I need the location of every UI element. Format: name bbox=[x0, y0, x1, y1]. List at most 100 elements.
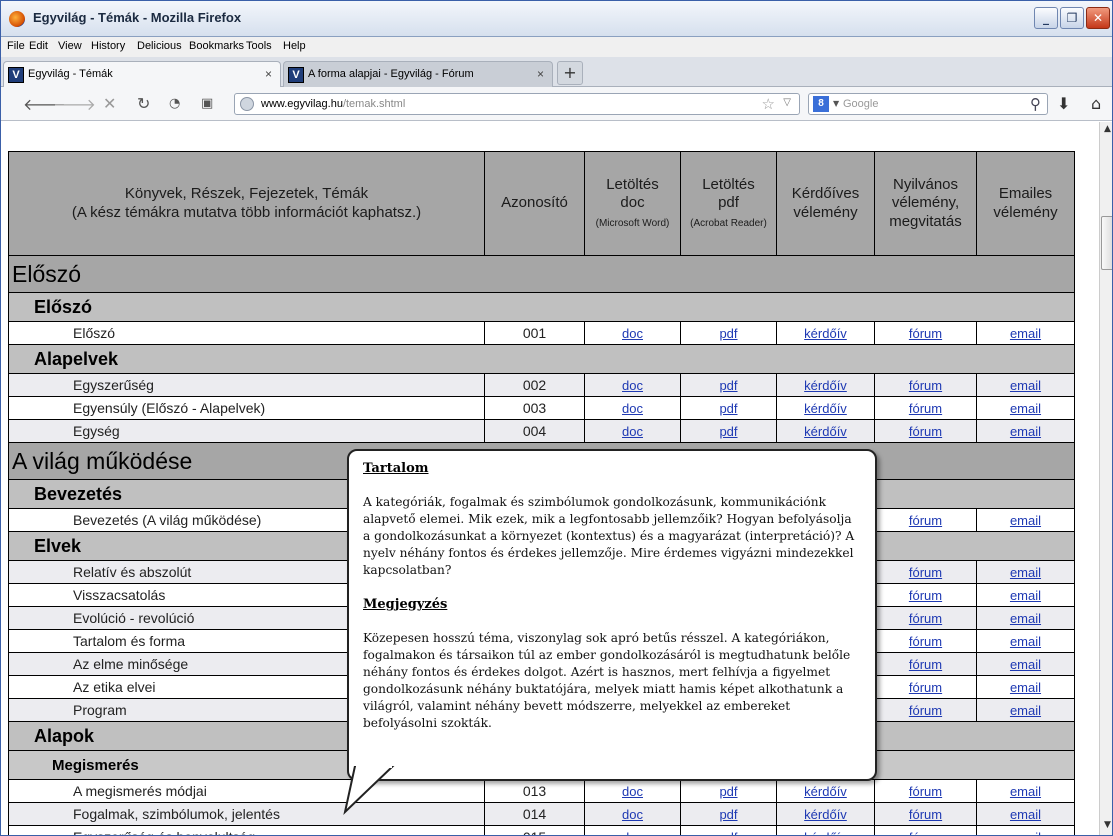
forum-link[interactable]: fórum bbox=[909, 326, 942, 341]
email-link[interactable]: email bbox=[1010, 634, 1041, 649]
firefox-icon bbox=[9, 11, 25, 27]
email-link[interactable]: email bbox=[1010, 565, 1041, 580]
doc-link[interactable]: doc bbox=[622, 784, 643, 799]
search-magnifier-icon[interactable]: ⚲ bbox=[1030, 95, 1041, 113]
email-cell: email bbox=[976, 606, 1075, 630]
email-link[interactable]: email bbox=[1010, 703, 1041, 718]
forum-link[interactable]: fórum bbox=[909, 378, 942, 393]
email-link[interactable]: email bbox=[1010, 378, 1041, 393]
doc-link[interactable]: doc bbox=[622, 424, 643, 439]
tab-close-icon[interactable]: × bbox=[537, 67, 544, 81]
pdf-link[interactable]: pdf bbox=[719, 784, 737, 799]
reload-icon[interactable]: ↻ bbox=[137, 94, 150, 113]
engine-dropdown-icon[interactable]: ▼ bbox=[833, 99, 839, 108]
pdf-link[interactable]: pdf bbox=[719, 326, 737, 341]
tab-forma-alapjai[interactable]: V A forma alapjai - Egyvilág - Fórum × bbox=[283, 61, 553, 87]
forum-link[interactable]: fórum bbox=[909, 634, 942, 649]
search-bar[interactable]: 8 ▼ Google ⚲ bbox=[808, 93, 1048, 115]
forum-link[interactable]: fórum bbox=[909, 588, 942, 603]
forum-link[interactable]: fórum bbox=[909, 424, 942, 439]
chapter-heading-row: Alapelvek bbox=[8, 344, 1075, 374]
part-title: Előszó bbox=[8, 255, 1075, 293]
new-tab-button[interactable]: + bbox=[557, 61, 583, 85]
forum-link[interactable]: fórum bbox=[909, 807, 942, 822]
menu-file[interactable]: File bbox=[7, 40, 25, 52]
minimize-button[interactable]: _ bbox=[1034, 7, 1058, 29]
home-icon[interactable]: ⌂ bbox=[1091, 94, 1101, 113]
forum-link[interactable]: fórum bbox=[909, 513, 942, 528]
forum-link[interactable]: fórum bbox=[909, 611, 942, 626]
download-icon[interactable]: ⬇ bbox=[1057, 94, 1070, 113]
forum-link[interactable]: fórum bbox=[909, 401, 942, 416]
stop-icon[interactable]: ✕ bbox=[103, 94, 116, 113]
forum-link[interactable]: fórum bbox=[909, 657, 942, 672]
email-link[interactable]: email bbox=[1010, 830, 1041, 835]
vertical-scrollbar[interactable]: ▲ ▼ bbox=[1099, 122, 1112, 835]
menu-delicious[interactable]: Delicious bbox=[137, 40, 182, 52]
scroll-up-arrow-icon[interactable]: ▲ bbox=[1101, 123, 1112, 136]
email-link[interactable]: email bbox=[1010, 784, 1041, 799]
email-link[interactable]: email bbox=[1010, 424, 1041, 439]
forum-link[interactable]: fórum bbox=[909, 703, 942, 718]
addon-icon[interactable]: ◔ bbox=[169, 96, 180, 111]
identity-icon[interactable]: ▣ bbox=[201, 96, 213, 111]
forum-link[interactable]: fórum bbox=[909, 830, 942, 835]
table-row: Előszó 001 doc pdf kérdőív fórum email bbox=[8, 321, 1075, 345]
doc-link[interactable]: doc bbox=[622, 807, 643, 822]
survey-link[interactable]: kérdőív bbox=[804, 830, 847, 835]
forum-link[interactable]: fórum bbox=[909, 680, 942, 695]
maximize-button[interactable]: ❐ bbox=[1060, 7, 1084, 29]
email-link[interactable]: email bbox=[1010, 611, 1041, 626]
pdf-cell: pdf bbox=[680, 419, 777, 443]
pdf-link[interactable]: pdf bbox=[719, 830, 737, 835]
bookmark-star-icon[interactable]: ☆ bbox=[762, 95, 775, 113]
email-cell: email bbox=[976, 825, 1075, 835]
doc-link[interactable]: doc bbox=[622, 326, 643, 341]
tab-close-icon[interactable]: × bbox=[265, 67, 272, 81]
email-link[interactable]: email bbox=[1010, 657, 1041, 672]
menu-edit[interactable]: Edit bbox=[29, 40, 48, 52]
scroll-down-arrow-icon[interactable]: ▼ bbox=[1101, 819, 1112, 832]
forward-arrow-icon[interactable]: 🡒 bbox=[53, 94, 96, 114]
url-text[interactable]: www.egyvilag.hu/temak.shtml bbox=[261, 98, 405, 110]
email-link[interactable]: email bbox=[1010, 401, 1041, 416]
survey-cell: kérdőív bbox=[776, 779, 875, 803]
tooltip-heading-content: Tartalom bbox=[363, 461, 429, 476]
email-cell: email bbox=[976, 508, 1075, 532]
doc-link[interactable]: doc bbox=[622, 830, 643, 835]
pdf-link[interactable]: pdf bbox=[719, 807, 737, 822]
menu-bookmarks[interactable]: Bookmarks bbox=[189, 40, 244, 52]
menu-bar: File Edit View History Delicious Bookmar… bbox=[1, 37, 1112, 57]
survey-link[interactable]: kérdőív bbox=[804, 326, 847, 341]
email-link[interactable]: email bbox=[1010, 807, 1041, 822]
close-button[interactable]: ✕ bbox=[1086, 7, 1110, 29]
forum-link[interactable]: fórum bbox=[909, 784, 942, 799]
menu-tools[interactable]: Tools bbox=[246, 40, 272, 52]
scroll-thumb[interactable] bbox=[1101, 216, 1112, 270]
survey-link[interactable]: kérdőív bbox=[804, 378, 847, 393]
survey-link[interactable]: kérdőív bbox=[804, 424, 847, 439]
url-history-dropdown-icon[interactable]: ▽ bbox=[783, 97, 791, 108]
pdf-link[interactable]: pdf bbox=[719, 401, 737, 416]
google-engine-icon[interactable]: 8 bbox=[813, 96, 829, 112]
survey-link[interactable]: kérdőív bbox=[804, 807, 847, 822]
menu-help[interactable]: Help bbox=[283, 40, 306, 52]
menu-history[interactable]: History bbox=[91, 40, 125, 52]
tab-egyvilag-temak[interactable]: V Egyvilág - Témák × bbox=[3, 61, 281, 87]
topic-id-cell: 002 bbox=[484, 373, 585, 397]
table-row: A megismerés módjai 013 doc pdf kérdőív fórum… bbox=[8, 779, 1075, 803]
email-link[interactable]: email bbox=[1010, 513, 1041, 528]
forum-link[interactable]: fórum bbox=[909, 565, 942, 580]
email-link[interactable]: email bbox=[1010, 326, 1041, 341]
address-bar[interactable]: www.egyvilag.hu/temak.shtml ☆ ▽ bbox=[234, 93, 800, 115]
email-link[interactable]: email bbox=[1010, 680, 1041, 695]
menu-view[interactable]: View bbox=[58, 40, 82, 52]
pdf-link[interactable]: pdf bbox=[719, 378, 737, 393]
doc-link[interactable]: doc bbox=[622, 401, 643, 416]
pdf-link[interactable]: pdf bbox=[719, 424, 737, 439]
search-input[interactable]: Google bbox=[843, 98, 878, 110]
email-link[interactable]: email bbox=[1010, 588, 1041, 603]
doc-link[interactable]: doc bbox=[622, 378, 643, 393]
survey-link[interactable]: kérdőív bbox=[804, 401, 847, 416]
survey-link[interactable]: kérdőív bbox=[804, 784, 847, 799]
